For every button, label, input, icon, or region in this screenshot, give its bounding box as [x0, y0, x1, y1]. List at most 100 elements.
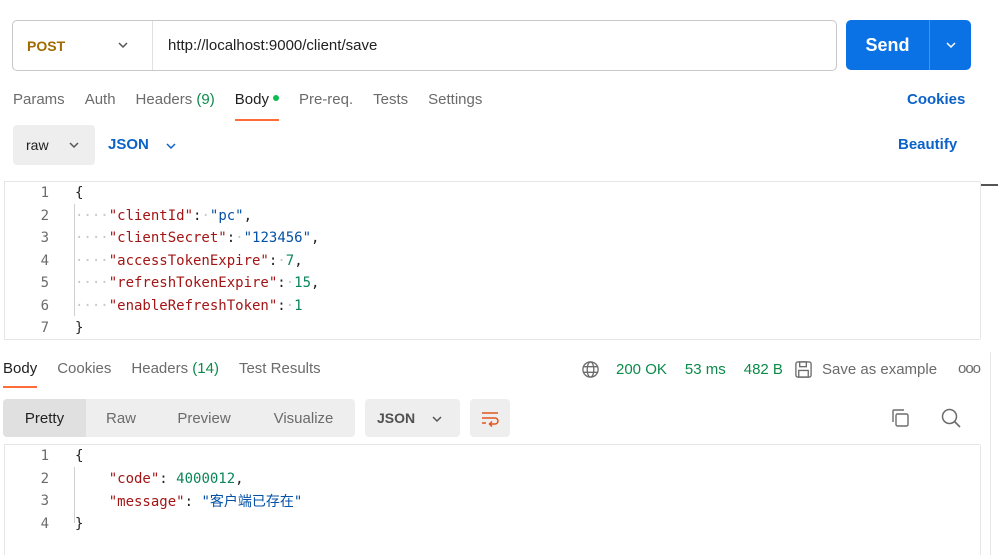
- line-number: 7: [40, 320, 49, 337]
- tab-body[interactable]: Body: [234, 91, 280, 121]
- line-number: 1: [40, 448, 49, 465]
- code-line: 2 "code": 4000012,: [5, 468, 244, 491]
- tab-params[interactable]: Params: [13, 91, 65, 121]
- json-key: "refreshTokenExpire": [108, 275, 278, 292]
- view-mode-pretty[interactable]: Pretty: [3, 399, 86, 437]
- viewer-scrollbar[interactable]: [980, 445, 991, 555]
- response-body-viewer[interactable]: 1 { 2 "code": 4000012, 3 "message": "客户端…: [4, 444, 981, 555]
- code-line: 4 ····"accessTokenExpire":·7,: [5, 250, 303, 273]
- chevron-down-icon: [432, 416, 442, 423]
- tab-pre-request[interactable]: Pre-req.: [299, 91, 353, 121]
- json-punctuation: ,: [311, 275, 320, 292]
- json-value: 1: [294, 297, 303, 314]
- tab-label: Settings: [428, 91, 483, 108]
- editor-scrollbar[interactable]: [980, 182, 998, 339]
- response-tab-test-results[interactable]: Test Results: [239, 360, 321, 385]
- body-mode-select[interactable]: raw: [13, 125, 95, 165]
- line-number: 3: [40, 230, 49, 247]
- json-punctuation: ,: [294, 252, 303, 269]
- response-size[interactable]: 482 B: [744, 361, 783, 378]
- body-language-label: JSON: [108, 136, 149, 153]
- headers-count: (14): [192, 360, 219, 377]
- response-time[interactable]: 53 ms: [685, 361, 726, 378]
- tab-auth[interactable]: Auth: [85, 91, 116, 121]
- search-button[interactable]: [940, 407, 962, 432]
- json-punctuation: ,: [311, 230, 320, 247]
- line-number: 3: [40, 493, 49, 510]
- tab-settings[interactable]: Settings: [428, 91, 482, 121]
- code-text: }: [75, 320, 84, 337]
- wrap-lines-button[interactable]: [470, 399, 510, 437]
- body-language-select[interactable]: JSON: [108, 136, 176, 153]
- response-tabs: Body Cookies Headers (14) Test Results: [3, 360, 341, 388]
- line-number: 4: [40, 252, 49, 269]
- method-label: POST: [27, 37, 66, 54]
- send-button[interactable]: Send: [846, 20, 930, 70]
- send-button-group: Send: [846, 20, 971, 70]
- search-icon: [941, 408, 961, 428]
- tab-headers[interactable]: Headers (9): [136, 91, 215, 121]
- json-value: "pc": [209, 207, 244, 224]
- body-mode-label: raw: [26, 137, 49, 153]
- response-view-modes: Pretty Raw Preview Visualize: [3, 399, 355, 437]
- json-key: "clientSecret": [108, 230, 227, 247]
- tab-tests[interactable]: Tests: [373, 91, 408, 121]
- code-text: {: [75, 448, 84, 465]
- tab-label: Cookies: [57, 360, 112, 377]
- json-key: "clientId": [108, 207, 194, 224]
- code-line: 5 ····"refreshTokenExpire":·15,: [5, 272, 320, 295]
- response-tab-body[interactable]: Body: [3, 360, 38, 388]
- copy-icon: [892, 409, 909, 427]
- method-selector[interactable]: POST: [13, 21, 153, 70]
- tab-label: Headers: [131, 360, 189, 377]
- beautify-button[interactable]: Beautify: [898, 136, 957, 153]
- body-indicator-dot: [272, 95, 279, 102]
- json-punctuation: ,: [235, 470, 244, 487]
- response-tab-cookies[interactable]: Cookies: [57, 360, 111, 385]
- request-tabs: Params Auth Headers (9) Body Pre-req. Te…: [13, 91, 502, 121]
- save-as-example-label: Save as example: [822, 361, 938, 378]
- response-format-select[interactable]: JSON: [365, 399, 460, 437]
- json-value: 15: [294, 275, 312, 292]
- json-value: "123456": [243, 230, 312, 247]
- chevron-down-icon: [166, 143, 176, 150]
- scrollbar-thumb[interactable]: [981, 184, 998, 186]
- code-line: 2 ····"clientId":·"pc",: [5, 205, 252, 228]
- status-code[interactable]: 200 OK: [616, 361, 667, 378]
- tab-label: Body: [3, 360, 38, 377]
- code-text: {: [75, 185, 84, 202]
- request-body-editor[interactable]: 1 { 2 ····"clientId":·"pc", 3 ····"clien…: [4, 181, 998, 340]
- response-format-label: JSON: [377, 410, 416, 426]
- line-number: 5: [40, 275, 49, 292]
- tab-label: Auth: [84, 91, 116, 108]
- url-input[interactable]: http://localhost:9000/client/save: [153, 37, 377, 54]
- send-options-dropdown[interactable]: [930, 20, 971, 70]
- code-line: 1 {: [5, 182, 84, 205]
- response-tab-headers[interactable]: Headers (14): [131, 360, 219, 385]
- copy-button[interactable]: [889, 407, 911, 432]
- tab-label: Params: [13, 91, 65, 108]
- response-meta: 200 OK 53 ms 482 B: [581, 360, 801, 379]
- globe-icon[interactable]: [581, 360, 600, 379]
- code-text: }: [75, 515, 84, 532]
- tab-label: Test Results: [238, 360, 321, 377]
- view-mode-visualize[interactable]: Visualize: [252, 399, 355, 437]
- wrap-lines-icon: [482, 412, 499, 427]
- save-icon: [795, 361, 812, 378]
- json-key: "enableRefreshToken": [108, 297, 278, 314]
- json-value: 7: [285, 252, 295, 269]
- line-number: 1: [40, 185, 49, 202]
- save-as-example-button[interactable]: Save as example: [794, 360, 937, 379]
- json-punctuation: ,: [243, 207, 253, 224]
- request-url-bar: POST http://localhost:9000/client/save: [12, 20, 837, 71]
- view-mode-raw[interactable]: Raw: [86, 399, 156, 437]
- view-mode-preview[interactable]: Preview: [156, 399, 252, 437]
- tab-label: Headers: [135, 91, 193, 108]
- more-options-icon[interactable]: ooo: [958, 360, 981, 377]
- tab-label: Pre-req.: [298, 91, 354, 108]
- headers-count: (9): [196, 91, 215, 108]
- code-line: 7 }: [5, 317, 84, 340]
- chevron-down-icon: [118, 42, 128, 49]
- cookies-link[interactable]: Cookies: [907, 91, 965, 108]
- chevron-down-icon: [945, 42, 956, 49]
